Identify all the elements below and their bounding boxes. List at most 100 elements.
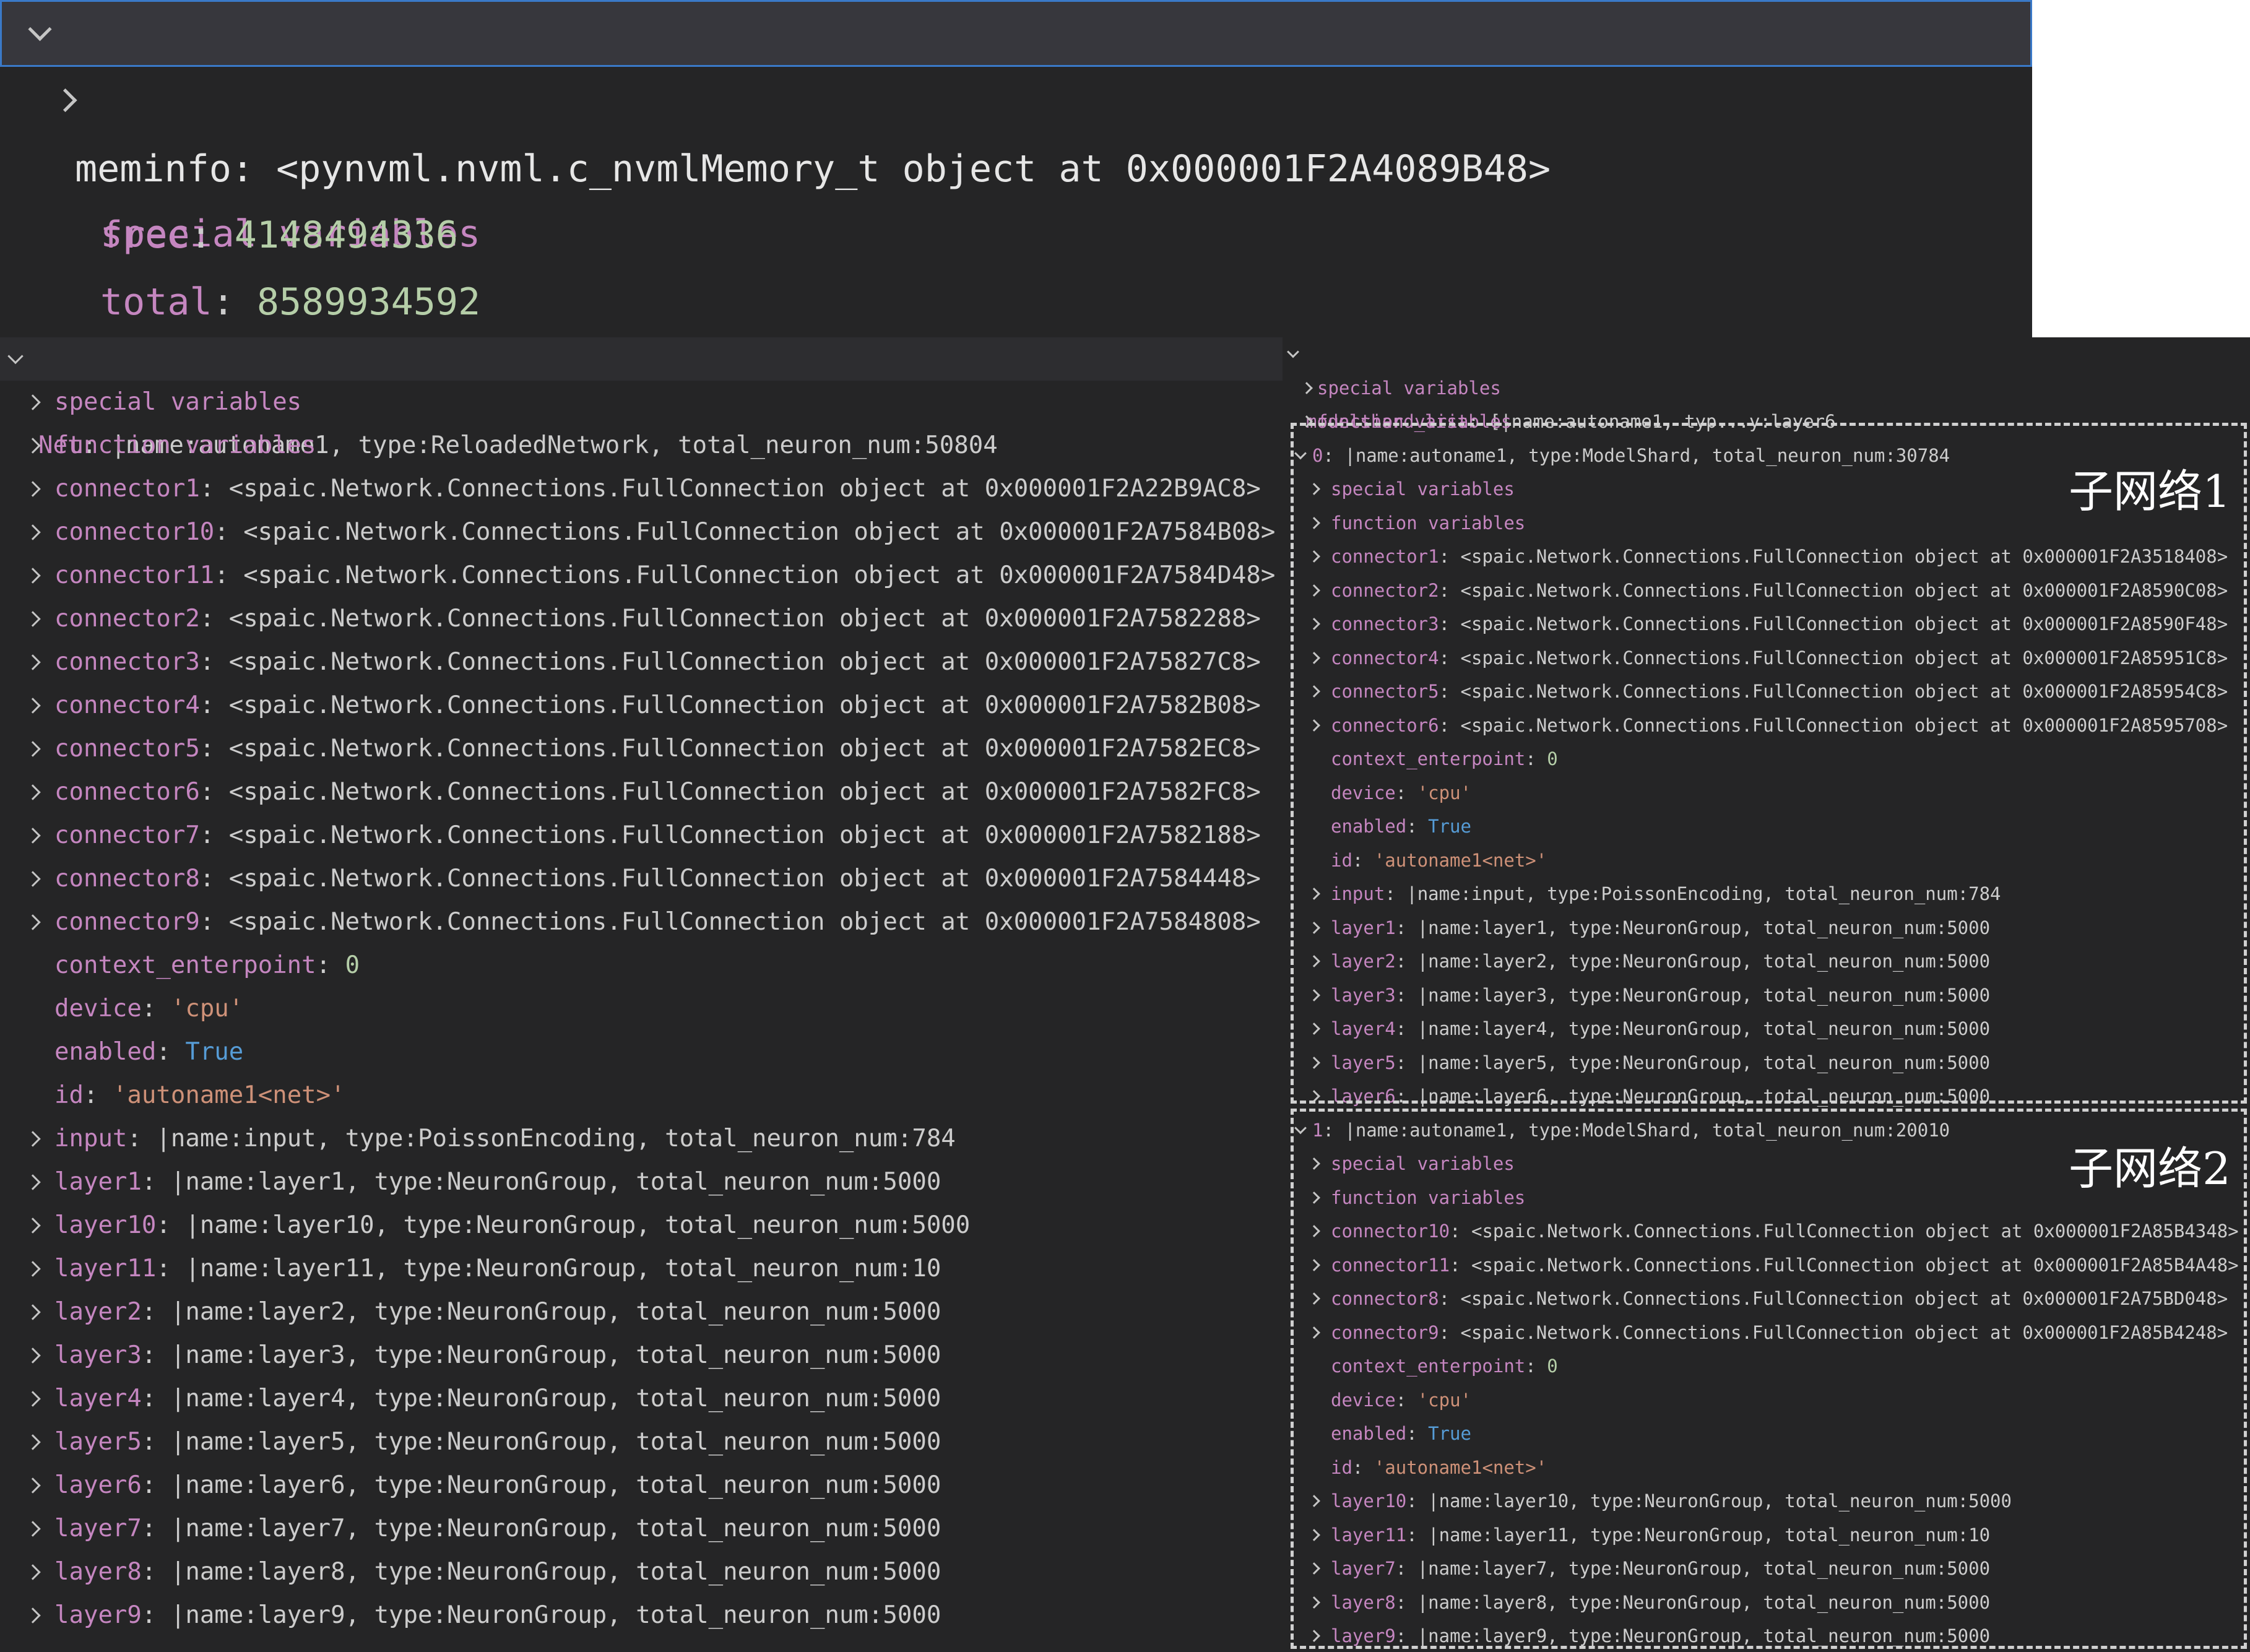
variable-value: True	[185, 1038, 244, 1066]
net-row-connector10[interactable]: connector10: <spaic.Network.Connections.…	[0, 511, 1283, 554]
variable-value: <spaic.Network.Connections.FullConnectio…	[228, 778, 1261, 806]
variable-key: connector3	[54, 648, 200, 676]
modelshard-panel: modelshard_list: [|name:autoname1, typ..…	[1283, 337, 2250, 1652]
chevron-right-icon[interactable]	[53, 88, 77, 113]
chevron-down-icon[interactable]	[1287, 345, 1299, 358]
chevron-right-icon[interactable]	[25, 1217, 41, 1234]
net-row-layer11[interactable]: layer11: |name:layer11, type:NeuronGroup…	[0, 1247, 1283, 1291]
subnetwork-1-caption: 子网络1	[2069, 465, 2231, 517]
net-row-connector8[interactable]: connector8: <spaic.Network.Connections.F…	[0, 857, 1283, 901]
chevron-right-icon[interactable]	[25, 611, 41, 627]
modelshard-row-special-variables[interactable]: special variables	[1283, 371, 2250, 405]
chevron-down-icon[interactable]	[7, 348, 24, 365]
net-row-layer2[interactable]: layer2: |name:layer2, type:NeuronGroup, …	[0, 1291, 1283, 1334]
variable-value: <spaic.Network.Connections.FullConnectio…	[228, 735, 1261, 763]
variable-value: <spaic.Network.Connections.FullConnectio…	[228, 605, 1261, 633]
chevron-right-icon[interactable]	[25, 1304, 41, 1320]
net-row-layer5[interactable]: layer5: |name:layer5, type:NeuronGroup, …	[0, 1421, 1283, 1464]
net-row-connector7[interactable]: connector7: <spaic.Network.Connections.F…	[0, 814, 1283, 857]
variable-key: id	[54, 1081, 84, 1109]
variable-key: layer2	[54, 1298, 142, 1326]
chevron-right-icon[interactable]	[25, 871, 41, 887]
net-row-id[interactable]: id: 'autoname1<net>'	[0, 1074, 1283, 1117]
net-row-connector6[interactable]: connector6: <spaic.Network.Connections.F…	[0, 771, 1283, 814]
variable-key: connector5	[54, 735, 200, 763]
chevron-right-icon[interactable]	[25, 1564, 41, 1580]
net-row-enabled[interactable]: enabled: True	[0, 1031, 1283, 1074]
variable-key: layer8	[54, 1558, 142, 1586]
meminfo-total-row[interactable]: total: 8589934592	[0, 202, 2032, 324]
variable-value: 'cpu'	[170, 995, 244, 1023]
variable-key: special variables	[1317, 377, 1501, 399]
chevron-right-icon[interactable]	[25, 1521, 41, 1537]
chevron-right-icon[interactable]	[25, 1607, 41, 1624]
chevron-right-icon[interactable]	[25, 654, 41, 670]
variable-value: |name:layer1, type:NeuronGroup, total_ne…	[170, 1168, 941, 1196]
chevron-right-icon[interactable]	[25, 568, 41, 584]
variable-value: |name:layer2, type:NeuronGroup, total_ne…	[170, 1298, 941, 1326]
net-row-device[interactable]: device: 'cpu'	[0, 987, 1283, 1031]
meminfo-special-variables-row[interactable]: special variables	[0, 67, 2032, 256]
chevron-right-icon[interactable]	[25, 394, 41, 410]
net-row-connector9[interactable]: connector9: <spaic.Network.Connections.F…	[0, 901, 1283, 944]
chevron-right-icon[interactable]	[25, 1131, 41, 1147]
chevron-right-icon[interactable]	[25, 1391, 41, 1407]
variable-value: |name:layer7, type:NeuronGroup, total_ne…	[170, 1515, 941, 1542]
chevron-right-icon[interactable]	[25, 698, 41, 714]
variable-value: |name:layer8, type:NeuronGroup, total_ne…	[170, 1558, 941, 1586]
chevron-right-icon[interactable]	[25, 784, 41, 800]
variable-key: layer10	[54, 1211, 157, 1239]
variable-key: layer3	[54, 1341, 142, 1369]
net-row-function-variables[interactable]: function variables	[0, 424, 1283, 467]
subnetwork-1-box	[1291, 423, 2247, 1104]
net-row-layer10[interactable]: layer10: |name:layer10, type:NeuronGroup…	[0, 1204, 1283, 1247]
net-row-connector4[interactable]: connector4: <spaic.Network.Connections.F…	[0, 684, 1283, 727]
modelshard-header-row[interactable]: modelshard_list: [|name:autoname1, typ..…	[1283, 337, 2250, 432]
net-row-connector5[interactable]: connector5: <spaic.Network.Connections.F…	[0, 727, 1283, 771]
chevron-right-icon[interactable]	[25, 1261, 41, 1277]
net-row-connector2[interactable]: connector2: <spaic.Network.Connections.F…	[0, 597, 1283, 641]
variable-key: connector9	[54, 908, 200, 936]
net-row-layer9[interactable]: layer9: |name:layer9, type:NeuronGroup, …	[0, 1594, 1283, 1637]
variable-value: <spaic.Network.Connections.FullConnectio…	[228, 691, 1261, 719]
variable-key: layer6	[54, 1471, 142, 1499]
chevron-right-icon[interactable]	[25, 1347, 41, 1364]
net-row-layer4[interactable]: layer4: |name:layer4, type:NeuronGroup, …	[0, 1377, 1283, 1421]
net-row-layer1[interactable]: layer1: |name:layer1, type:NeuronGroup, …	[0, 1161, 1283, 1204]
net-row-layer6[interactable]: layer6: |name:layer6, type:NeuronGroup, …	[0, 1464, 1283, 1507]
net-row-special-variables[interactable]: special variables	[0, 381, 1283, 424]
chevron-right-icon[interactable]	[25, 438, 41, 454]
variable-value: <spaic.Network.Connections.FullConnectio…	[228, 821, 1261, 849]
meminfo-header-row[interactable]: meminfo: <pynvml.nvml.c_nvmlMemory_t obj…	[0, 0, 2032, 191]
net-row-layer7[interactable]: layer7: |name:layer7, type:NeuronGroup, …	[0, 1507, 1283, 1550]
variable-key: layer7	[54, 1515, 142, 1542]
chevron-right-icon[interactable]	[25, 741, 41, 757]
meminfo-used-row[interactable]: used: 4441440256	[0, 269, 2032, 335]
chevron-right-icon[interactable]	[25, 914, 41, 930]
net-row-connector11[interactable]: connector11: <spaic.Network.Connections.…	[0, 554, 1283, 597]
variable-key: input	[54, 1125, 128, 1153]
net-row-context-enterpoint[interactable]: context_enterpoint: 0	[0, 944, 1283, 987]
chevron-right-icon[interactable]	[25, 1174, 41, 1190]
net-row-connector3[interactable]: connector3: <spaic.Network.Connections.F…	[0, 641, 1283, 684]
variable-value: |name:layer3, type:NeuronGroup, total_ne…	[170, 1341, 941, 1369]
variable-key: connector2	[54, 605, 200, 633]
meminfo-free-row[interactable]: free: 4148494336	[0, 135, 2032, 257]
chevron-right-icon[interactable]	[25, 828, 41, 844]
chevron-right-icon[interactable]	[1300, 381, 1313, 394]
chevron-right-icon[interactable]	[25, 481, 41, 497]
net-row-layer8[interactable]: layer8: |name:layer8, type:NeuronGroup, …	[0, 1550, 1283, 1594]
variable-key: connector6	[54, 778, 200, 806]
chevron-right-icon[interactable]	[25, 1434, 41, 1450]
net-row-connector1[interactable]: connector1: <spaic.Network.Connections.F…	[0, 467, 1283, 511]
chevron-right-icon[interactable]	[25, 524, 41, 540]
chevron-down-icon[interactable]	[28, 17, 52, 41]
variable-value: |name:input, type:PoissonEncoding, total…	[156, 1125, 956, 1153]
net-header-row[interactable]: Net: |name:autoname1, type:ReloadedNetwo…	[0, 337, 1283, 459]
variable-value: <spaic.Network.Connections.FullConnectio…	[243, 561, 1276, 589]
chevron-right-icon[interactable]	[25, 1477, 41, 1494]
variable-value: 0	[345, 951, 360, 979]
net-row-layer3[interactable]: layer3: |name:layer3, type:NeuronGroup, …	[0, 1334, 1283, 1377]
variable-value: <spaic.Network.Connections.FullConnectio…	[228, 865, 1261, 893]
net-row-input[interactable]: input: |name:input, type:PoissonEncoding…	[0, 1117, 1283, 1161]
